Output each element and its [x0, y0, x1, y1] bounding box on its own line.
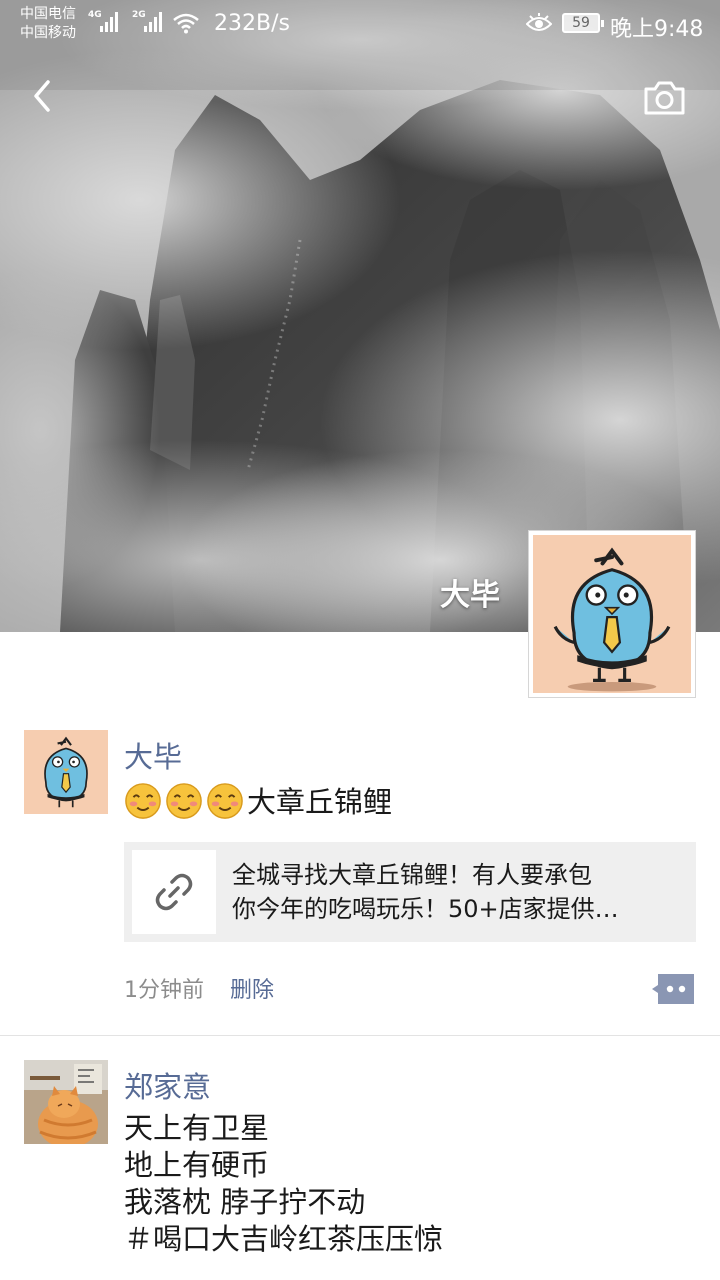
signal-icon: [100, 10, 118, 32]
link-icon: [155, 873, 193, 911]
camera-button[interactable]: [640, 78, 688, 118]
post-text-line: ＃喝口大吉岭红茶压压惊: [124, 1222, 444, 1256]
link-title-line-1: 全城寻找大章丘锦鲤！有人要承包: [232, 861, 592, 889]
bird-avatar-small: [24, 730, 108, 814]
link-thumbnail: [132, 850, 216, 934]
post-text-content: 大章丘锦鲤: [247, 785, 393, 819]
link-title: 全城寻找大章丘锦鲤！有人要承包 你今年的吃喝玩乐！50+店家提供…: [232, 858, 682, 926]
chevron-left-icon: [34, 80, 50, 112]
carrier-names: 中国电信 中国移动: [20, 5, 76, 43]
wifi-icon: [173, 13, 199, 34]
post-text-line: 天上有卫星: [124, 1111, 270, 1145]
bird-illustration: [533, 535, 691, 693]
camera-icon: [644, 81, 685, 115]
status-bar: 中国电信 中国移动 4G 2G 232B/s 59 晚上9:48: [0, 0, 720, 48]
comment-icon: [652, 974, 694, 1004]
delete-button[interactable]: 删除: [230, 972, 274, 1004]
eye-icon: [526, 13, 552, 31]
carrier-1: 中国电信: [20, 6, 76, 22]
network-speed: 232B/s: [214, 11, 290, 36]
back-button[interactable]: [24, 76, 64, 116]
clock: 晚上9:48: [610, 17, 704, 42]
comment-button[interactable]: [650, 972, 696, 1006]
post-author-name[interactable]: 大毕: [124, 734, 182, 776]
profile-avatar[interactable]: [528, 530, 696, 698]
post-text-line: 地上有硬币: [124, 1148, 270, 1182]
link-card[interactable]: 全城寻找大章丘锦鲤！有人要承包 你今年的吃喝玩乐！50+店家提供…: [124, 842, 696, 942]
battery-icon: 59: [562, 13, 604, 33]
blush-emoji-icon: [125, 783, 161, 819]
post-author-name[interactable]: 郑家意: [124, 1064, 211, 1106]
post-text-line: 我落枕 脖子拧不动: [124, 1185, 366, 1219]
post-author-avatar[interactable]: [24, 730, 108, 814]
carrier-2: 中国移动: [20, 25, 76, 41]
bird-avatar-image: [533, 535, 691, 693]
post-author-avatar[interactable]: [24, 1060, 108, 1144]
post-text: 天上有卫星 地上有硬币 我落枕 脖子拧不动 ＃喝口大吉岭红茶压压惊: [124, 1110, 443, 1258]
cover-user-name: 大毕: [440, 578, 500, 613]
post-text: 大章丘锦鲤: [124, 782, 392, 821]
cat-avatar-image: [24, 1060, 108, 1144]
blush-emoji-icon: [207, 783, 243, 819]
post-time: 1分钟前: [124, 978, 204, 1003]
blush-emoji-icon: [166, 783, 202, 819]
link-title-line-2: 你今年的吃喝玩乐！50+店家提供…: [232, 895, 619, 923]
signal-icon-2: [144, 10, 162, 32]
post-divider: [0, 1035, 720, 1036]
